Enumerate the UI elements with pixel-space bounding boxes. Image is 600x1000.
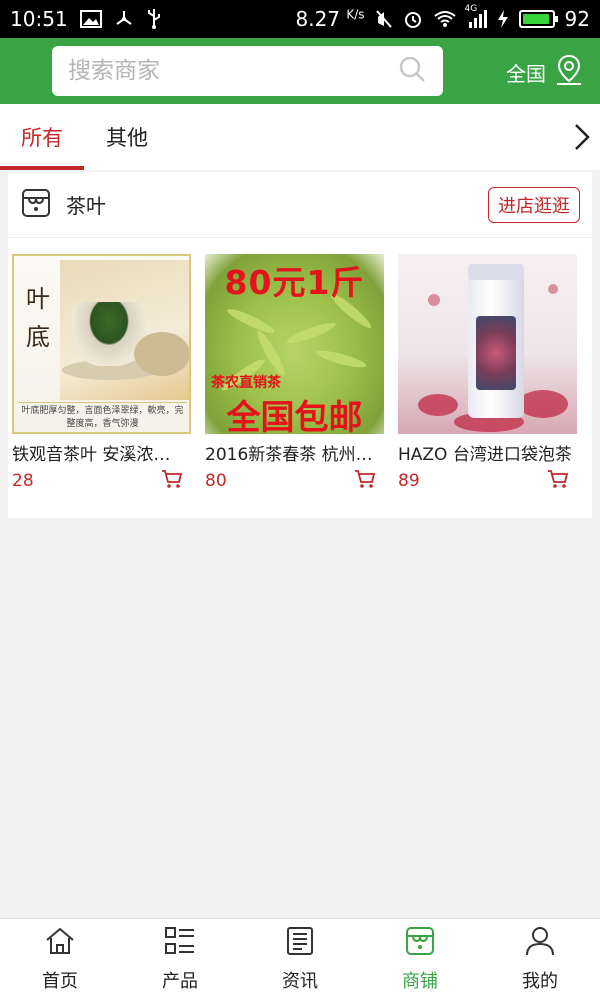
location-pin-icon xyxy=(554,54,584,91)
nav-label: 资讯 xyxy=(282,971,318,992)
status-time: 10:51 xyxy=(10,7,68,31)
nav-home[interactable]: 首页 xyxy=(0,919,120,1000)
bottom-nav: 首页 产品 资讯 商铺 我的 xyxy=(0,918,600,1000)
product-image-small-text: 茶农直销茶 xyxy=(211,375,281,391)
product-image-label xyxy=(476,316,516,390)
product-image[interactable]: 叶底 叶底肥厚匀整，言面色泽翠绿，軟亮，完整度高，香气弥漫 xyxy=(12,254,191,434)
nav-label: 产品 xyxy=(162,971,198,992)
search-icon[interactable] xyxy=(397,54,427,88)
charging-icon xyxy=(497,9,509,29)
share-icon xyxy=(114,9,134,29)
product-image-petal xyxy=(428,294,440,306)
nav-stores[interactable]: 商铺 xyxy=(360,919,480,1000)
shop-header: 茶叶 进店逛逛 xyxy=(8,172,592,238)
product-image-vertical-text: 叶底 xyxy=(26,285,50,351)
mute-icon xyxy=(375,9,393,29)
nav-label: 商铺 xyxy=(402,971,438,992)
cart-icon[interactable] xyxy=(161,469,183,493)
app-header: 全国 xyxy=(0,38,600,104)
product-image-big-text: 全国包邮 xyxy=(226,398,363,434)
product-image[interactable] xyxy=(398,254,577,434)
product-image-leaf xyxy=(314,347,368,371)
shop-name: 茶叶 xyxy=(66,194,106,218)
product-image-petal xyxy=(518,390,568,418)
usb-icon xyxy=(146,8,162,30)
search-input[interactable] xyxy=(68,58,397,84)
nav-products[interactable]: 产品 xyxy=(120,919,240,1000)
signal-icon: 4G xyxy=(465,4,487,28)
product-card[interactable]: 叶底 叶底肥厚匀整，言面色泽翠绿，軟亮，完整度高，香气弥漫 铁观音茶叶 安溪浓香… xyxy=(12,254,191,493)
product-image-petal xyxy=(418,394,458,416)
nav-news[interactable]: 资讯 xyxy=(240,919,360,1000)
category-tabs: 所有 其他 xyxy=(0,104,600,170)
nav-label: 我的 xyxy=(522,971,558,992)
region-label: 全国 xyxy=(506,62,546,86)
product-image-petal xyxy=(548,284,558,294)
nav-label: 首页 xyxy=(42,971,78,992)
battery-percent: 92 xyxy=(564,7,590,31)
product-title[interactable]: HAZO 台湾进口袋泡茶 xyxy=(398,440,572,465)
news-icon xyxy=(284,926,316,961)
product-image[interactable]: 80元1斤 茶农直销茶 全国包邮 xyxy=(205,254,384,434)
product-image-cap xyxy=(468,264,524,280)
product-price: 89 xyxy=(398,471,420,491)
battery-icon xyxy=(518,10,558,28)
net-speed: 8.27 K/s xyxy=(295,7,365,31)
tab-all[interactable]: 所有 xyxy=(0,104,84,170)
product-image-lid xyxy=(134,332,189,376)
home-icon xyxy=(44,926,76,961)
product-image-leaf xyxy=(284,319,338,347)
cart-icon[interactable] xyxy=(354,469,376,493)
product-image-leaf xyxy=(225,305,277,337)
product-image-leaf xyxy=(253,327,289,379)
product-title[interactable]: 2016新茶春茶 杭州龙井 xyxy=(205,440,379,465)
list-icon xyxy=(164,926,196,961)
product-price: 80 xyxy=(205,471,227,491)
cart-icon[interactable] xyxy=(547,469,569,493)
user-icon xyxy=(524,926,556,961)
product-list: 叶底 叶底肥厚匀整，言面色泽翠绿，軟亮，完整度高，香气弥漫 铁观音茶叶 安溪浓香… xyxy=(12,254,577,493)
product-price: 28 xyxy=(12,471,34,491)
store-icon xyxy=(20,187,52,223)
product-card[interactable]: 80元1斤 茶农直销茶 全国包邮 2016新茶春茶 杭州龙井 80 xyxy=(205,254,384,493)
region-selector[interactable]: 全国 xyxy=(506,54,584,91)
product-title[interactable]: 铁观音茶叶 安溪浓香型 xyxy=(12,440,186,465)
wifi-icon xyxy=(433,10,457,28)
product-image-note: 叶底肥厚匀整，言面色泽翠绿，軟亮，完整度高，香气弥漫 xyxy=(18,402,187,431)
search-box[interactable] xyxy=(52,46,443,96)
chevron-right-icon[interactable] xyxy=(572,122,592,156)
image-icon xyxy=(79,10,102,28)
visit-shop-button[interactable]: 进店逛逛 xyxy=(488,186,580,223)
shop-card: 茶叶 进店逛逛 叶底 叶底肥厚匀整，言面色泽翠绿，軟亮，完整度高，香气弥漫 铁观… xyxy=(8,172,592,518)
status-bar: 10:51 8.27 K/s 4G 92 xyxy=(0,0,600,38)
store-icon xyxy=(404,926,436,961)
product-card[interactable]: HAZO 台湾进口袋泡茶 89 xyxy=(398,254,577,493)
nav-me[interactable]: 我的 xyxy=(480,919,600,1000)
product-image-headline: 80元1斤 xyxy=(224,263,365,302)
tab-other[interactable]: 其他 xyxy=(84,104,170,170)
alarm-icon xyxy=(403,9,423,29)
